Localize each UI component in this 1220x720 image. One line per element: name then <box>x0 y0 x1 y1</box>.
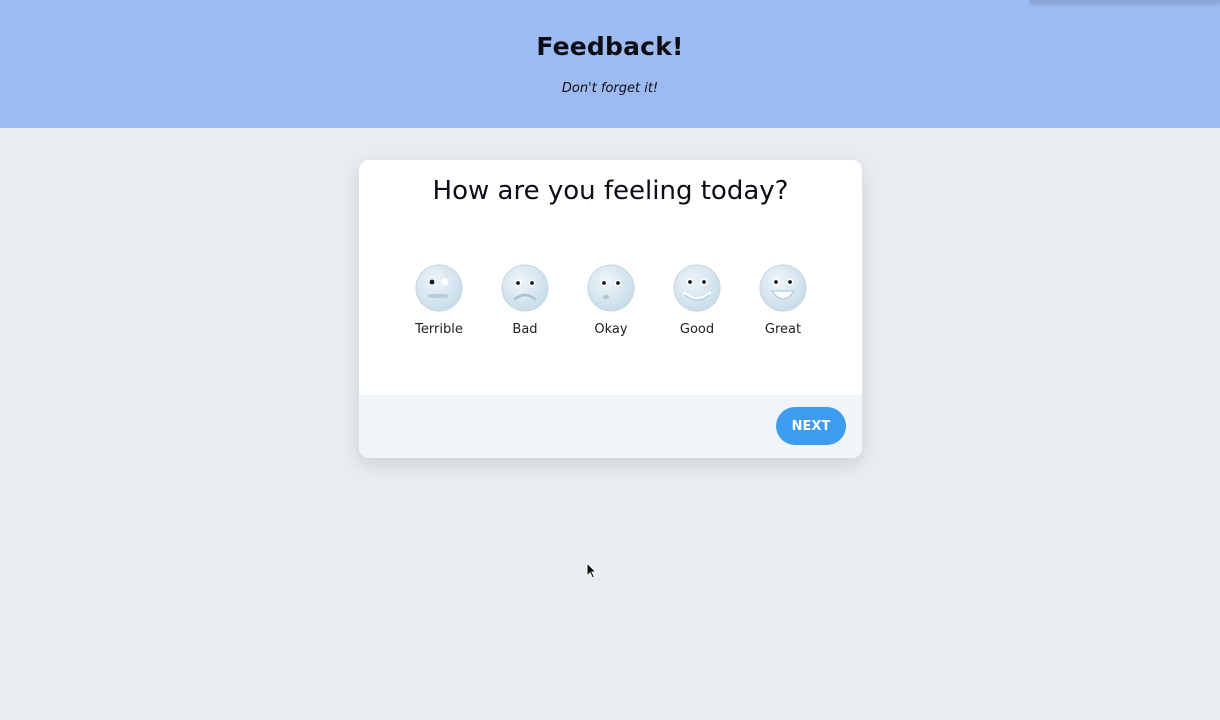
mood-options: Terrible Bad Okay Good Great <box>403 264 833 354</box>
bad-face-icon <box>501 264 549 312</box>
mood-option-great[interactable]: Great <box>747 264 819 337</box>
mood-label-terrible: Terrible <box>415 322 463 337</box>
page-subtitle: Don't forget it! <box>561 81 659 96</box>
mood-label-good: Good <box>679 322 715 337</box>
good-face-icon <box>673 264 721 312</box>
mood-option-terrible[interactable]: Terrible <box>403 264 475 337</box>
okay-face-icon <box>587 264 635 312</box>
mood-label-great: Great <box>764 322 802 337</box>
mood-label-okay: Okay <box>594 322 628 337</box>
page-header: Feedback! Don't forget it! <box>0 0 1220 128</box>
mood-option-okay[interactable]: Okay <box>575 264 647 337</box>
terrible-face-icon <box>415 264 463 312</box>
card-footer: NEXT <box>359 395 862 458</box>
page-title: Feedback! <box>536 32 684 61</box>
next-button[interactable]: NEXT <box>776 407 846 445</box>
question-heading: How are you feeling today? <box>432 176 789 206</box>
mood-option-bad[interactable]: Bad <box>489 264 561 337</box>
mood-option-good[interactable]: Good <box>661 264 733 337</box>
mood-label-bad: Bad <box>512 322 538 337</box>
header-edge <box>1030 0 1220 3</box>
mouse-cursor-icon <box>586 562 598 579</box>
feedback-card: How are you feeling today? Terrible Bad … <box>359 160 862 458</box>
great-face-icon <box>759 264 807 312</box>
